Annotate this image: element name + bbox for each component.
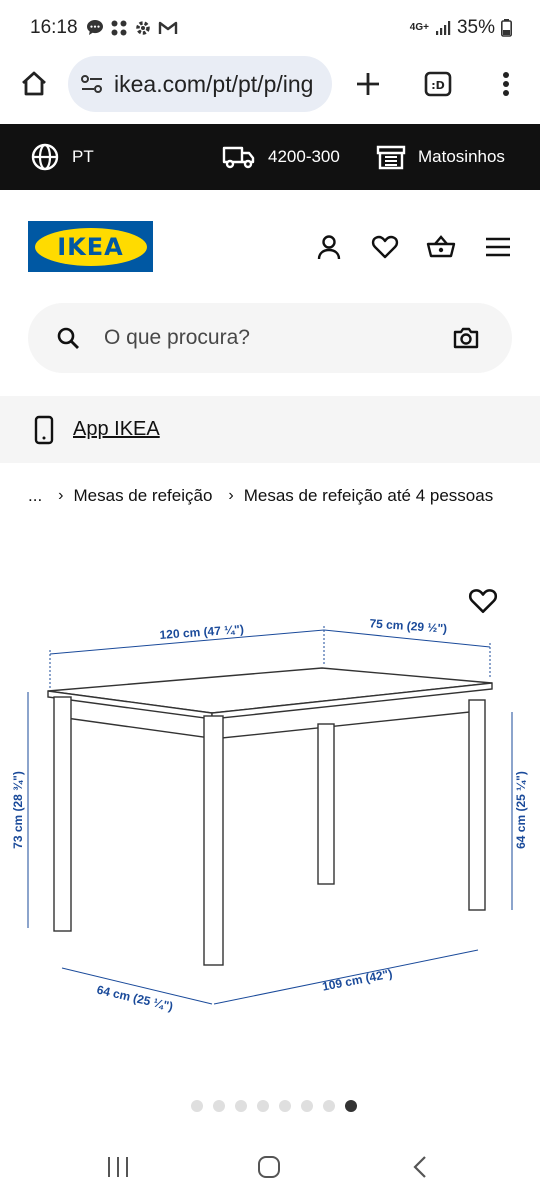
carousel-dot[interactable] <box>257 1100 269 1112</box>
carousel-dot[interactable] <box>279 1100 291 1112</box>
top-info-strip: PT 4200-300 Matosinhos <box>0 124 540 190</box>
site-settings-icon <box>81 75 102 93</box>
chevron-right-icon: › <box>228 487 234 504</box>
battery-icon <box>501 19 512 37</box>
breadcrumb-item[interactable]: ... <box>28 486 42 506</box>
breadcrumb-item[interactable]: Mesas de refeição <box>74 486 213 506</box>
language-label: PT <box>72 147 94 166</box>
dim-inner-height-label: 64 cm (25 ¼") <box>514 771 528 849</box>
browser-toolbar: ikea.com/pt/pt/p/ing :D <box>0 56 540 124</box>
favourites-button[interactable] <box>370 232 400 262</box>
phone-icon <box>34 415 54 444</box>
camera-icon[interactable] <box>452 326 480 350</box>
app-banner: App IKEA <box>0 396 540 463</box>
logo-text: IKEA <box>57 232 124 261</box>
ikea-logo[interactable]: IKEA <box>28 221 153 272</box>
chat-icon <box>86 20 103 35</box>
svg-text::D: :D <box>431 79 445 92</box>
carousel-dot[interactable] <box>191 1100 203 1112</box>
breadcrumb: ... › Mesas de refeição › Mesas de refei… <box>28 486 493 506</box>
apps-icon <box>111 20 127 36</box>
dim-inner-length-label: 109 cm (42") <box>321 966 393 993</box>
carousel-dot[interactable] <box>235 1100 247 1112</box>
product-image[interactable]: 120 cm (47 ¼") 75 cm (29 ½") 73 cm (28 ¾… <box>0 570 540 1070</box>
status-bar: 16:18 4G+ 35% <box>0 0 540 56</box>
search-bar[interactable]: O que procura? <box>28 303 512 373</box>
url-text: ikea.com/pt/pt/p/ing <box>114 70 314 97</box>
carousel-dot[interactable] <box>323 1100 335 1112</box>
recent-apps-icon[interactable] <box>106 1156 130 1178</box>
signal-icon <box>435 21 451 35</box>
dim-inner-depth-label: 64 cm (25 ¼") <box>95 983 174 1014</box>
delivery-postal-code[interactable]: 4200-300 <box>222 144 340 170</box>
network-label: 4G+ <box>409 22 429 33</box>
address-bar[interactable]: ikea.com/pt/pt/p/ing <box>68 56 332 112</box>
menu-button[interactable] <box>483 232 513 262</box>
heart-icon <box>468 589 498 613</box>
gmail-icon <box>158 21 177 34</box>
basket-icon <box>426 235 456 258</box>
account-button[interactable] <box>314 232 344 262</box>
chevron-right-icon: › <box>58 487 64 504</box>
home-button[interactable] <box>18 68 50 100</box>
store-icon <box>376 145 406 170</box>
cart-button[interactable] <box>426 232 456 262</box>
language-selector[interactable]: PT <box>30 142 94 172</box>
carousel-dot[interactable] <box>213 1100 225 1112</box>
status-time: 16:18 <box>30 17 78 38</box>
system-navigation-bar <box>0 1140 540 1200</box>
home-nav-icon[interactable] <box>257 1155 281 1179</box>
logo-oval: IKEA <box>34 227 147 266</box>
home-icon <box>22 71 46 96</box>
new-tab-button[interactable] <box>352 68 384 100</box>
store-label: Matosinhos <box>418 147 505 166</box>
search-placeholder: O que procura? <box>104 326 250 349</box>
tab-switcher-icon: :D <box>424 71 452 97</box>
browser-menu-button[interactable] <box>492 68 520 100</box>
dim-length-label: 120 cm (47 ¼") <box>159 622 244 642</box>
settings-icon <box>135 21 150 35</box>
site-header: IKEA <box>0 190 540 300</box>
carousel-dot-active[interactable] <box>345 1100 357 1112</box>
hamburger-icon <box>486 237 510 257</box>
search-icon <box>57 327 79 349</box>
table-drawing <box>47 667 493 966</box>
dim-depth-label: 75 cm (29 ½") <box>369 616 448 635</box>
battery-percent: 35% <box>456 17 495 38</box>
status-right: 4G+ 35% <box>410 17 512 39</box>
heart-icon <box>371 235 399 259</box>
save-favourite-button[interactable] <box>468 587 500 617</box>
globe-icon <box>31 143 59 171</box>
app-link[interactable]: App IKEA <box>73 418 160 441</box>
truck-icon <box>222 146 255 169</box>
breadcrumb-item[interactable]: Mesas de refeição até 4 pessoas <box>244 486 493 506</box>
store-selector[interactable]: Matosinhos <box>376 143 505 171</box>
dim-height-label: 73 cm (28 ¾") <box>11 771 25 849</box>
notification-icons <box>86 19 178 37</box>
user-icon <box>317 235 341 260</box>
tabs-button[interactable]: :D <box>422 68 454 100</box>
carousel-indicator <box>0 1100 540 1112</box>
carousel-dot[interactable] <box>301 1100 313 1112</box>
more-vert-icon <box>503 72 509 96</box>
back-icon[interactable] <box>410 1155 430 1179</box>
plus-icon <box>357 73 379 95</box>
postal-code-label: 4200-300 <box>268 147 340 166</box>
